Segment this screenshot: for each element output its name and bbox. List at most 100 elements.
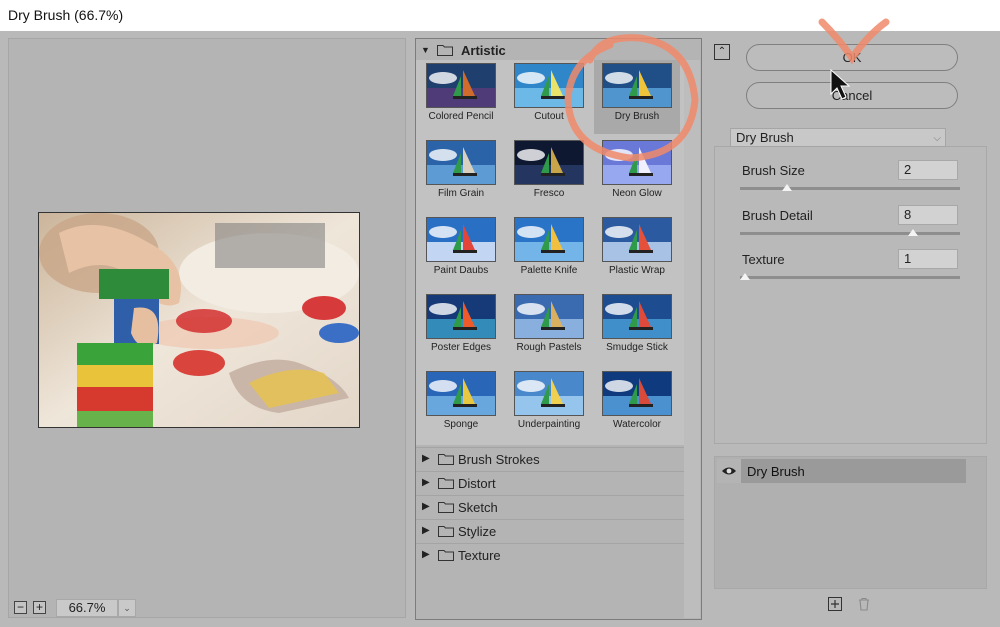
category-row[interactable]: ▶ Stylize bbox=[416, 519, 684, 543]
filter-thumbnail[interactable]: Dry Brush bbox=[594, 60, 680, 134]
param-slider-track[interactable] bbox=[740, 232, 960, 235]
filter-thumbnail-label: Watercolor bbox=[613, 419, 661, 430]
chevron-down-icon: ⌵ bbox=[933, 133, 941, 144]
folder-icon bbox=[438, 454, 454, 465]
filter-thumbnail[interactable]: Rough Pastels bbox=[506, 291, 592, 365]
collapse-gallery-button[interactable]: ⌃ bbox=[714, 44, 730, 60]
preview-image[interactable] bbox=[38, 212, 360, 428]
filter-thumbnail[interactable]: Paint Daubs bbox=[418, 214, 504, 288]
filter-thumbnail[interactable]: Film Grain bbox=[418, 137, 504, 211]
category-label: Brush Strokes bbox=[458, 452, 540, 467]
category-label: Stylize bbox=[458, 524, 497, 539]
filter-thumbnail-label: Palette Knife bbox=[520, 265, 578, 276]
eye-icon[interactable] bbox=[717, 459, 741, 483]
filter-preview-image bbox=[426, 294, 496, 339]
filter-preview-image bbox=[602, 63, 672, 108]
folder-icon bbox=[438, 502, 454, 513]
folder-icon bbox=[438, 550, 454, 561]
filter-thumbnail[interactable]: Neon Glow bbox=[594, 137, 680, 211]
gallery-scrollbar[interactable] bbox=[684, 60, 700, 618]
filter-thumbnail-label: Rough Pastels bbox=[516, 342, 582, 353]
collapsed-triangle-icon: ▶ bbox=[422, 453, 430, 464]
param-value-field[interactable]: 8 bbox=[898, 205, 958, 225]
filter-thumbnail-label: Paint Daubs bbox=[433, 265, 489, 276]
new-effect-layer-icon[interactable] bbox=[828, 597, 842, 611]
filter-thumbnail-label: Film Grain bbox=[437, 188, 485, 199]
filter-preview-image bbox=[514, 63, 584, 108]
filter-thumbnail[interactable]: Watercolor bbox=[594, 368, 680, 442]
param-slider-track[interactable] bbox=[740, 276, 960, 279]
filter-settings-panel bbox=[714, 146, 987, 444]
param-value-field[interactable]: 1 bbox=[898, 249, 958, 269]
filter-thumbnail-label: Plastic Wrap bbox=[609, 265, 665, 276]
zoom-dropdown-button[interactable]: ⌄ bbox=[118, 599, 136, 617]
filter-preview-image bbox=[514, 294, 584, 339]
param-slider-handle[interactable] bbox=[908, 229, 918, 236]
filter-preview-image bbox=[426, 63, 496, 108]
filter-thumbnail[interactable]: Plastic Wrap bbox=[594, 214, 680, 288]
filter-preview-image bbox=[514, 140, 584, 185]
filter-thumbnail[interactable]: Fresco bbox=[506, 137, 592, 211]
filter-preview-image bbox=[602, 371, 672, 416]
category-label: Sketch bbox=[458, 500, 498, 515]
folder-icon bbox=[438, 478, 454, 489]
filter-thumbnail-label: Smudge Stick bbox=[606, 342, 668, 353]
zoom-out-button[interactable]: − bbox=[14, 601, 27, 614]
param-slider-handle[interactable] bbox=[740, 273, 750, 280]
zoom-in-button[interactable]: + bbox=[33, 601, 46, 614]
filter-thumbnail[interactable]: Smudge Stick bbox=[594, 291, 680, 365]
filter-thumbnail[interactable]: Cutout bbox=[506, 60, 592, 134]
category-label: Distort bbox=[458, 476, 496, 491]
category-label: Texture bbox=[458, 548, 501, 563]
ok-button[interactable]: OK bbox=[746, 44, 958, 71]
preview-painting bbox=[39, 213, 359, 427]
collapsed-triangle-icon: ▶ bbox=[422, 549, 430, 560]
category-row[interactable]: ▶ Texture bbox=[416, 543, 684, 567]
param-slider-handle[interactable] bbox=[782, 184, 792, 191]
effect-layer-label: Dry Brush bbox=[747, 464, 805, 479]
category-row[interactable]: ▶ Sketch bbox=[416, 495, 684, 519]
collapsed-triangle-icon: ▶ bbox=[422, 525, 430, 536]
filter-thumbnail-label: Fresco bbox=[533, 188, 565, 199]
category-label: Artistic bbox=[461, 43, 506, 58]
filter-thumbnail-label: Dry Brush bbox=[614, 111, 660, 122]
filter-preview-image bbox=[602, 294, 672, 339]
zoom-level-field[interactable]: 66.7% bbox=[56, 599, 118, 617]
window-title: Dry Brush (66.7%) bbox=[8, 7, 124, 23]
collapsed-triangle-icon: ▶ bbox=[422, 477, 430, 488]
filter-preview-image bbox=[602, 217, 672, 262]
category-row[interactable]: ▶ Brush Strokes bbox=[416, 447, 684, 471]
filter-thumbnail[interactable]: Poster Edges bbox=[418, 291, 504, 365]
param-value-field[interactable]: 2 bbox=[898, 160, 958, 180]
filter-thumbnail[interactable]: Colored Pencil bbox=[418, 60, 504, 134]
param-label: Brush Detail bbox=[742, 208, 813, 223]
param-slider-track[interactable] bbox=[740, 187, 960, 190]
cancel-button[interactable]: Cancel bbox=[746, 82, 958, 109]
filter-thumbnail-label: Poster Edges bbox=[430, 342, 492, 353]
effect-layer-row[interactable]: Dry Brush bbox=[717, 459, 966, 483]
collapsed-triangle-icon: ▶ bbox=[422, 501, 430, 512]
filter-thumbnail-label: Neon Glow bbox=[612, 188, 662, 199]
filter-select[interactable]: Dry Brush ⌵ bbox=[730, 128, 946, 147]
folder-icon bbox=[437, 45, 453, 56]
filter-thumbnail[interactable]: Underpainting bbox=[506, 368, 592, 442]
filter-thumbnail-label: Sponge bbox=[443, 419, 479, 430]
category-row[interactable]: ▶ Distort bbox=[416, 471, 684, 495]
filter-thumbnail[interactable]: Sponge bbox=[418, 368, 504, 442]
filter-preview-image bbox=[426, 371, 496, 416]
filter-select-value: Dry Brush bbox=[736, 130, 794, 145]
filter-preview-image bbox=[426, 140, 496, 185]
filter-thumbnail-label: Cutout bbox=[534, 111, 564, 122]
filter-thumbnail[interactable]: Palette Knife bbox=[506, 214, 592, 288]
filter-preview-image bbox=[602, 140, 672, 185]
expanded-triangle-icon: ▼ bbox=[421, 45, 430, 55]
category-header-artistic[interactable]: ▼ Artistic bbox=[419, 41, 684, 61]
folder-icon bbox=[438, 526, 454, 537]
filter-thumbnail-label: Underpainting bbox=[517, 419, 581, 430]
title-bar: Dry Brush (66.7%) bbox=[0, 0, 1000, 31]
filter-preview-image bbox=[514, 217, 584, 262]
filter-thumbnail-label: Colored Pencil bbox=[428, 111, 494, 122]
zoom-bar: − + 66.7% ⌄ bbox=[8, 599, 388, 619]
trash-icon[interactable] bbox=[857, 597, 871, 611]
param-label: Texture bbox=[742, 252, 785, 267]
